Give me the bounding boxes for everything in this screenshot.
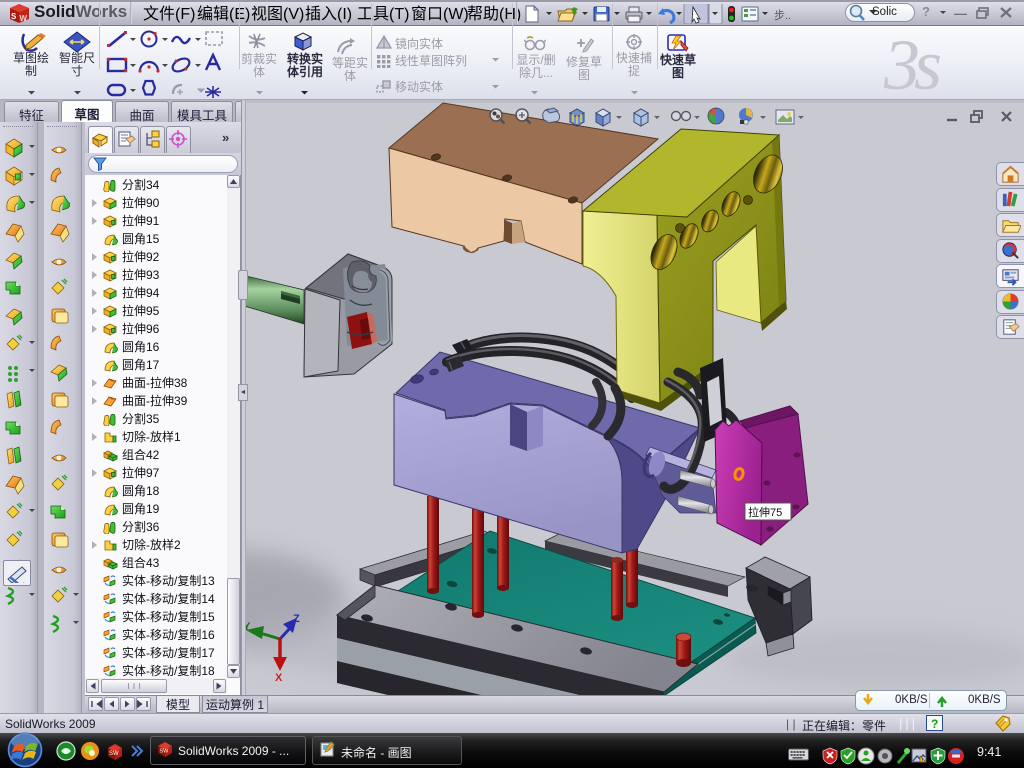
svg-text:拉伸75: 拉伸75 [748,505,782,519]
svg-text:X: X [275,672,283,684]
svg-text:Z: Z [293,613,300,625]
svg-text:S: S [11,12,17,21]
svg-text:W: W [20,14,28,23]
svg-text:步..: 步.. [774,9,791,22]
svg-text:!: ! [922,758,923,764]
svg-text:SW: SW [160,749,170,755]
svg-text:SW: SW [109,751,119,757]
